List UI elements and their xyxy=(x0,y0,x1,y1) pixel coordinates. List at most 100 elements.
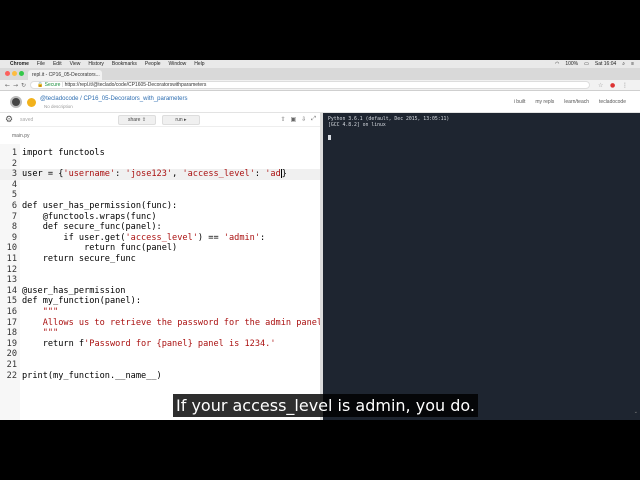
menu-people[interactable]: People xyxy=(145,61,161,67)
download-icon[interactable]: ⇩ xyxy=(301,116,306,123)
reload-icon[interactable]: ↻ xyxy=(21,82,26,89)
code-line[interactable]: 14 @user_has_permission xyxy=(0,286,320,297)
menu-app-name[interactable]: Chrome xyxy=(10,61,29,67)
line-number: 11 xyxy=(6,254,17,264)
code-line[interactable]: 8 def secure_func(panel): xyxy=(0,222,320,233)
header-username[interactable]: tecladocode xyxy=(599,99,626,105)
address-bar-row: ← → ↻ 🔒 Secure | https://repl.it/@teclad… xyxy=(0,80,640,91)
code-line[interactable]: 4 xyxy=(0,180,320,191)
line-number: 16 xyxy=(6,307,17,317)
line-number: 10 xyxy=(6,243,17,254)
close-window-icon[interactable] xyxy=(5,71,10,76)
code-text: user = { xyxy=(22,169,64,180)
run-button[interactable]: run ▸ xyxy=(162,115,200,125)
toolbar-icons: ⇧ ▣ ⇩ ⤢ xyxy=(280,116,316,123)
menu-edit[interactable]: Edit xyxy=(53,61,62,67)
repl-title[interactable]: @tecladocode / CP16_05-Decorators_with_p… xyxy=(40,96,188,102)
code-string: 'access_level' xyxy=(125,232,198,243)
browser-tab[interactable]: repl.it - CP16_05-Decorators... xyxy=(28,70,102,80)
share-button[interactable]: share ⇪ xyxy=(118,115,156,125)
console-line-2: [GCC 4.8.2] on linux xyxy=(328,123,386,128)
line-number: 9 xyxy=(11,232,17,243)
code-string: """ xyxy=(22,328,59,339)
code-line[interactable]: 6 def user_has_permission(func): xyxy=(0,201,320,212)
back-icon[interactable]: ← xyxy=(5,82,10,89)
editor-toolbar: ⚙ saved share ⇪ run ▸ ⇧ ▣ ⇩ ⤢ xyxy=(0,113,322,127)
battery-percent: 100% xyxy=(565,61,579,67)
minimize-window-icon[interactable] xyxy=(12,71,17,76)
tab-title: repl.it - CP16_05-Decorators... xyxy=(32,72,100,78)
code-line[interactable]: 2 xyxy=(0,159,320,170)
code-text: if user.get( xyxy=(22,232,126,243)
url-field[interactable]: 🔒 Secure | https://repl.it/@teclado/code… xyxy=(30,81,590,89)
code-string: 'admin' xyxy=(223,232,261,243)
header-link-i-built[interactable]: i built xyxy=(514,99,526,105)
fullscreen-icon[interactable]: ⤢ xyxy=(311,116,316,123)
menu-list-icon[interactable]: ≡ xyxy=(631,61,634,67)
code-text: def my_function(panel): xyxy=(22,296,141,307)
menu-help[interactable]: Help xyxy=(194,61,204,67)
header-link-learn-teach[interactable]: learn/teach xyxy=(564,99,589,105)
code-editor[interactable]: 1 import functools 2 3 user = {'username': '… xyxy=(0,144,328,420)
code-line[interactable]: 19 return f'Password for {panel} panel i… xyxy=(0,339,320,350)
user-avatar[interactable] xyxy=(27,98,36,107)
code-line[interactable]: 11 return secure_func xyxy=(0,254,320,265)
code-text: return f xyxy=(22,338,85,349)
line-number: 15 xyxy=(6,296,17,307)
gear-icon[interactable]: ⚙ xyxy=(5,114,13,125)
file-tab[interactable]: main.py xyxy=(12,133,30,139)
code-text: } xyxy=(281,169,287,180)
code-line[interactable]: 10 return func(panel) xyxy=(0,243,320,254)
menu-clock[interactable]: Sat 16:04 xyxy=(595,61,616,67)
code-line[interactable]: 7 @functools.wraps(func) xyxy=(0,212,320,223)
menu-view[interactable]: View xyxy=(70,61,81,67)
video-subtitle: If your access_level is admin, you do. xyxy=(173,394,478,417)
code-line[interactable]: 17 Allows us to retrieve the password fo… xyxy=(0,318,328,329)
repl-description[interactable]: No description xyxy=(44,104,73,109)
code-line[interactable]: 18 """ xyxy=(0,328,320,339)
upload-icon[interactable]: ⇧ xyxy=(280,116,285,123)
code-string: """ xyxy=(22,307,59,317)
menu-file[interactable]: File xyxy=(37,61,45,67)
console-pane[interactable]: Python 3.6.1 (default, Dec 2015, 13:05:1… xyxy=(323,113,640,420)
code-line[interactable]: 20 xyxy=(0,349,320,360)
code-line[interactable]: 16 """ xyxy=(0,307,320,318)
menu-window[interactable]: Window xyxy=(169,61,187,67)
secure-label: Secure xyxy=(44,82,61,88)
spotlight-icon[interactable]: ⌕ xyxy=(622,61,625,67)
scroll-down-icon[interactable]: ⌄ xyxy=(634,409,638,415)
forward-icon[interactable]: → xyxy=(13,82,18,89)
menu-history[interactable]: History xyxy=(88,61,104,67)
kebab-menu-icon[interactable]: ⋮ xyxy=(622,82,628,89)
code-line[interactable]: 13 xyxy=(0,275,320,286)
code-line[interactable]: 9 if user.get('access_level') == 'admin'… xyxy=(0,233,320,244)
menu-bookmarks[interactable]: Bookmarks xyxy=(112,61,137,67)
code-line[interactable]: 12 xyxy=(0,265,320,276)
line-number: 20 xyxy=(6,349,17,360)
code-line[interactable]: 22 print(my_function.__name__) xyxy=(0,371,320,382)
code-line[interactable]: 3 user = {'username': 'jose123', 'access_… xyxy=(0,169,320,180)
code-text: @functools.wraps(func) xyxy=(22,211,157,222)
code-string: 'username' xyxy=(63,169,116,180)
lock-toggle-icon[interactable]: ▣ xyxy=(290,116,296,123)
code-string: 'ad xyxy=(265,169,281,180)
code-text: print(my_function.__name__) xyxy=(22,370,162,381)
replit-logo-icon[interactable] xyxy=(10,96,22,108)
mac-menu-bar: Chrome File Edit View History Bookmarks … xyxy=(0,60,640,68)
line-number: 1 xyxy=(11,148,17,158)
battery-icon[interactable]: ▭ xyxy=(584,61,589,67)
line-number: 21 xyxy=(6,360,17,370)
header-link-my-repls[interactable]: my repls xyxy=(535,99,554,105)
bookmark-star-icon[interactable]: ☆ xyxy=(598,82,603,89)
code-string: 'Password for {panel} panel is 1234.' xyxy=(84,338,276,349)
line-number: 3 xyxy=(11,169,17,180)
code-line[interactable]: 21 xyxy=(0,360,320,371)
code-text: : xyxy=(254,169,266,180)
code-line[interactable]: 15 def my_function(panel): xyxy=(0,296,320,307)
extension-icon[interactable]: ● xyxy=(610,82,615,89)
wifi-icon[interactable]: ◠ xyxy=(555,61,559,67)
maximize-window-icon[interactable] xyxy=(19,71,24,76)
line-number: 2 xyxy=(11,158,17,169)
code-line[interactable]: 5 xyxy=(0,190,320,201)
code-line[interactable]: 1 import functools xyxy=(0,148,320,159)
